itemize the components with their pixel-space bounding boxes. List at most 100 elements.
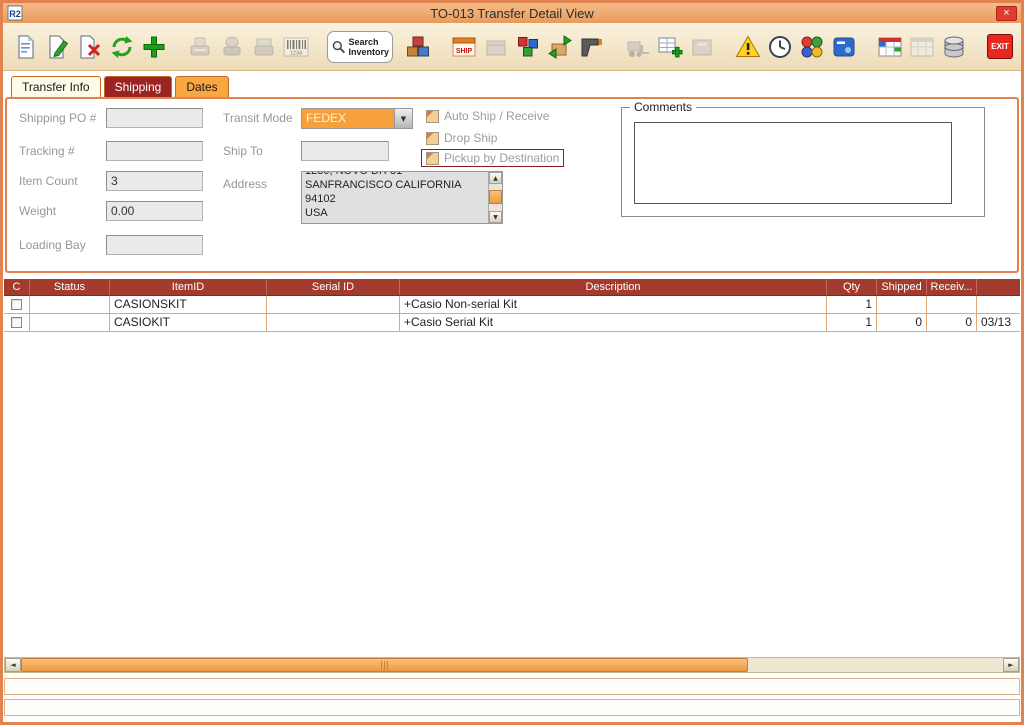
- table-row[interactable]: CASIONSKIT +Casio Non-serial Kit 1: [4, 296, 1020, 314]
- alerts-button[interactable]: [733, 26, 763, 68]
- pickup-by-destination-checkbox[interactable]: [426, 152, 439, 165]
- address-listbox[interactable]: 1230, NOVO DR 31 SANFRANCISCO CALIFORNIA…: [301, 171, 503, 224]
- ship-to-input[interactable]: [301, 141, 389, 161]
- items-grid: C Status ItemID Serial ID Description Qt…: [4, 279, 1020, 651]
- barcode-icon: 1234: [283, 34, 309, 60]
- comments-label: Comments: [630, 100, 696, 114]
- horizontal-scrollbar[interactable]: ◄ ►: [4, 657, 1020, 673]
- add-button[interactable]: [139, 26, 169, 68]
- cell-status: [30, 296, 110, 314]
- comments-textarea[interactable]: [634, 122, 952, 204]
- weight-input[interactable]: 0.00: [106, 201, 203, 221]
- header-received: Receiv...: [927, 279, 977, 295]
- auto-ship-label: Auto Ship / Receive: [444, 109, 549, 123]
- barcode-print-button[interactable]: 1234: [281, 26, 311, 68]
- drop-ship-checkbox[interactable]: [426, 132, 439, 145]
- cell-qty: 1: [827, 314, 877, 332]
- address-scrollbar[interactable]: ▲ ▼: [488, 172, 502, 223]
- cell-qty: 1: [827, 296, 877, 314]
- cell-status: [30, 314, 110, 332]
- ship-button[interactable]: SHIP: [449, 26, 479, 68]
- tab-shipping[interactable]: Shipping: [104, 76, 173, 97]
- kit-items-button[interactable]: [513, 26, 543, 68]
- status-bar-1: [4, 678, 1020, 695]
- scan-button[interactable]: [577, 26, 607, 68]
- address-line: SANFRANCISCO CALIFORNIA: [305, 178, 488, 192]
- svg-text:1234: 1234: [290, 50, 302, 56]
- printer-button-2[interactable]: [217, 26, 247, 68]
- grid-view-button-2[interactable]: [907, 26, 937, 68]
- delete-document-button[interactable]: [75, 26, 105, 68]
- address-list: 1230, NOVO DR 31 SANFRANCISCO CALIFORNIA…: [302, 172, 488, 223]
- row-checkbox[interactable]: [11, 317, 22, 328]
- address-scroll-thumb[interactable]: [489, 190, 502, 204]
- printer-button-1[interactable]: [185, 26, 215, 68]
- loading-bay-input[interactable]: [106, 235, 203, 255]
- forklift-button[interactable]: [623, 26, 653, 68]
- header-shipped: Shipped: [877, 279, 927, 295]
- search-inventory-button[interactable]: Search Inventory: [327, 31, 393, 63]
- forklift-icon: [625, 34, 651, 60]
- edit-document-icon: [45, 34, 71, 60]
- app-window-icon: [831, 34, 857, 60]
- box-icon: [483, 34, 509, 60]
- cell-extra: 03/13: [977, 314, 1020, 332]
- scroll-left-icon[interactable]: ◄: [5, 658, 21, 672]
- refresh-button[interactable]: [107, 26, 137, 68]
- row-checkbox[interactable]: [11, 299, 22, 310]
- tab-bar: Transfer Info Shipping Dates: [11, 76, 229, 97]
- transit-mode-select[interactable]: FEDEX ▼: [301, 108, 413, 129]
- scroll-right-icon[interactable]: ►: [1003, 658, 1019, 672]
- barcode-scanner-icon: [579, 34, 605, 60]
- auto-ship-checkbox-row[interactable]: Auto Ship / Receive: [426, 109, 549, 123]
- app-window: R2 TO-013 Transfer Detail View ×: [0, 0, 1024, 725]
- ship-to-label: Ship To: [223, 144, 263, 158]
- archive-button[interactable]: [687, 26, 717, 68]
- tab-transfer-info[interactable]: Transfer Info: [11, 76, 101, 97]
- exit-button[interactable]: EXIT: [987, 34, 1013, 59]
- tracking-label: Tracking #: [19, 144, 75, 158]
- scroll-up-icon[interactable]: ▲: [489, 172, 502, 184]
- users-button[interactable]: [797, 26, 827, 68]
- pickup-by-destination-checkbox-row[interactable]: Pickup by Destination: [421, 149, 564, 167]
- add-item-button[interactable]: [655, 26, 685, 68]
- table-row[interactable]: CASIOKIT +Casio Serial Kit 1 0 0 03/13: [4, 314, 1020, 332]
- close-button[interactable]: ×: [996, 6, 1017, 21]
- item-count-label: Item Count: [19, 174, 78, 188]
- cell-itemid: CASIOKIT: [110, 314, 267, 332]
- transit-mode-label: Transit Mode: [223, 111, 293, 125]
- grid-view-button[interactable]: [875, 26, 905, 68]
- chevron-down-icon[interactable]: ▼: [394, 109, 412, 128]
- scroll-track[interactable]: [21, 658, 1003, 672]
- header-serialid: Serial ID: [267, 279, 400, 295]
- new-document-button[interactable]: [11, 26, 41, 68]
- item-count-input[interactable]: 3: [106, 171, 203, 191]
- crates-button[interactable]: [403, 26, 433, 68]
- header-itemid: ItemID: [110, 279, 267, 295]
- auto-ship-checkbox[interactable]: [426, 110, 439, 123]
- drop-ship-checkbox-row[interactable]: Drop Ship: [426, 131, 497, 145]
- cell-extra: [977, 296, 1020, 314]
- toolbar: 1234 Search Inventory: [3, 23, 1021, 71]
- database-button[interactable]: [939, 26, 969, 68]
- search-inventory-label-1: Search: [348, 37, 389, 47]
- window-button[interactable]: [829, 26, 859, 68]
- tracking-input[interactable]: [106, 141, 203, 161]
- pickup-by-destination-label: Pickup by Destination: [444, 151, 559, 165]
- package-button[interactable]: [481, 26, 511, 68]
- cell-description: +Casio Non-serial Kit: [400, 296, 827, 314]
- receive-button[interactable]: [545, 26, 575, 68]
- header-qty: Qty: [827, 279, 877, 295]
- status-bar-2: [4, 699, 1020, 716]
- printer-button-3[interactable]: [249, 26, 279, 68]
- scroll-thumb[interactable]: [21, 658, 748, 672]
- tab-dates[interactable]: Dates: [175, 76, 228, 97]
- edit-document-button[interactable]: [43, 26, 73, 68]
- history-button[interactable]: [765, 26, 795, 68]
- warning-icon: [735, 34, 761, 60]
- header-checkbox-col: C: [4, 279, 30, 295]
- shipping-po-input[interactable]: [106, 108, 203, 128]
- scroll-down-icon[interactable]: ▼: [489, 211, 502, 223]
- clock-icon: [767, 34, 793, 60]
- cell-shipped: 0: [877, 314, 927, 332]
